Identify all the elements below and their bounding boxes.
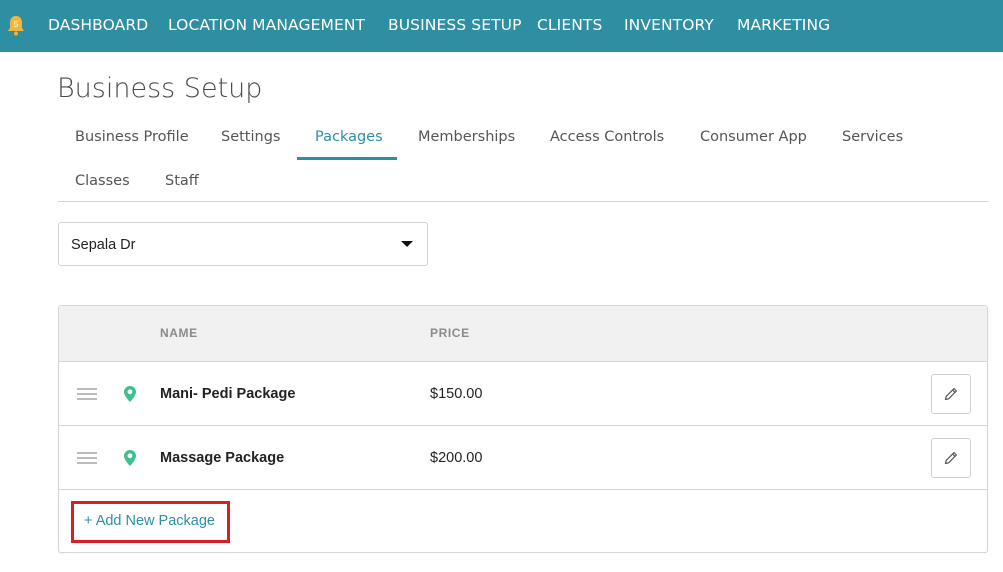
- top-navigation-bar: 5 DASHBOARD LOCATION MANAGEMENT BUSINESS…: [0, 0, 1003, 52]
- tab-consumer-app[interactable]: Consumer App: [700, 129, 807, 145]
- drag-handle-icon[interactable]: [77, 452, 97, 464]
- tab-access-controls[interactable]: Access Controls: [550, 129, 664, 145]
- nav-marketing[interactable]: MARKETING: [737, 16, 830, 34]
- svg-text:5: 5: [14, 20, 19, 29]
- tab-staff[interactable]: Staff: [165, 173, 199, 189]
- location-pin-icon: [124, 450, 136, 466]
- package-name: Mani- Pedi Package: [160, 386, 296, 402]
- tab-memberships[interactable]: Memberships: [418, 129, 515, 145]
- table-header: NAME PRICE: [59, 306, 987, 362]
- tab-business-profile[interactable]: Business Profile: [75, 129, 189, 145]
- nav-clients[interactable]: CLIENTS: [537, 16, 602, 34]
- package-name: Massage Package: [160, 450, 285, 466]
- tab-services[interactable]: Services: [842, 129, 903, 145]
- tabs-divider: [58, 201, 989, 202]
- drag-handle-icon[interactable]: [77, 388, 97, 400]
- notification-bell-icon[interactable]: 5: [6, 14, 26, 36]
- location-pin-icon: [124, 386, 136, 402]
- edit-package-button[interactable]: [931, 438, 971, 478]
- location-select-value: Sepala Dr: [71, 237, 136, 253]
- pencil-icon: [944, 452, 957, 465]
- table-row: Mani- Pedi Package $150.00: [59, 362, 987, 426]
- column-header-price: PRICE: [430, 326, 470, 340]
- tab-packages[interactable]: Packages: [315, 129, 383, 145]
- pencil-icon: [944, 388, 957, 401]
- tab-settings[interactable]: Settings: [221, 129, 280, 145]
- caret-down-icon: [401, 241, 413, 247]
- nav-dashboard[interactable]: DASHBOARD: [48, 16, 148, 34]
- nav-business-setup[interactable]: BUSINESS SETUP: [388, 16, 522, 34]
- page-title: Business Setup: [57, 73, 263, 104]
- package-price: $150.00: [430, 386, 483, 402]
- active-tab-indicator: [297, 157, 397, 160]
- column-header-name: NAME: [160, 326, 198, 340]
- package-price: $200.00: [430, 450, 483, 466]
- nav-inventory[interactable]: INVENTORY: [624, 16, 714, 34]
- nav-location-management[interactable]: LOCATION MANAGEMENT: [168, 16, 365, 34]
- edit-package-button[interactable]: [931, 374, 971, 414]
- location-select[interactable]: Sepala Dr: [58, 222, 428, 266]
- tab-classes[interactable]: Classes: [75, 173, 130, 189]
- add-new-package-link[interactable]: + Add New Package: [84, 513, 215, 529]
- table-row: Massage Package $200.00: [59, 426, 987, 490]
